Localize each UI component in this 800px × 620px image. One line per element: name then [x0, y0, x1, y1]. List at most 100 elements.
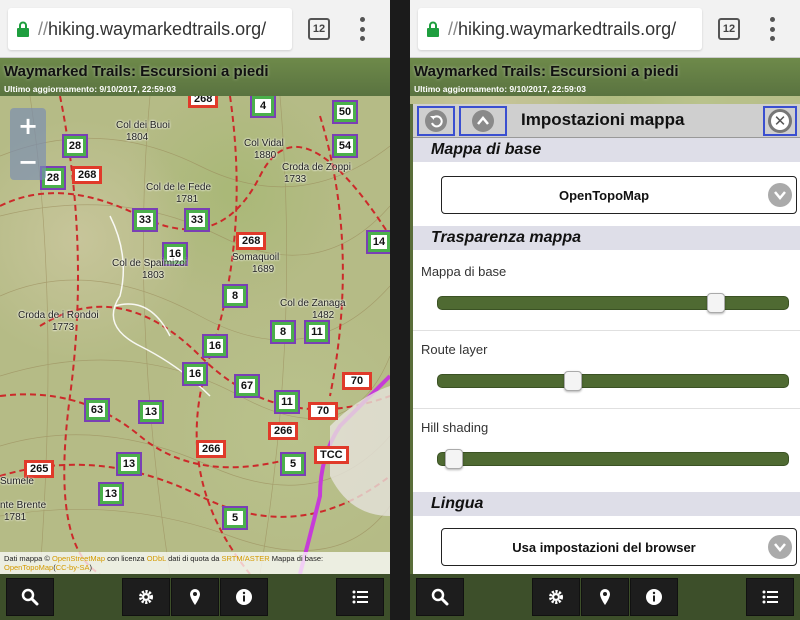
location-button[interactable] — [171, 578, 219, 616]
route-shield[interactable]: 268 — [236, 232, 267, 250]
place-label: 1803 — [142, 270, 165, 281]
map-attribution: Dati mappa © OpenStreetMap con licenza O… — [0, 552, 390, 574]
back-button[interactable] — [417, 106, 455, 136]
panel-header: Impostazioni mappa ✕ — [413, 104, 800, 138]
section-transparency: Trasparenza mappa — [413, 226, 800, 250]
url-bar[interactable]: //hiking.waymarkedtrails.org/ — [8, 8, 292, 50]
place-label: Croda de Zoppi — [282, 162, 351, 173]
section-base-map: Mappa di base — [413, 138, 800, 162]
site-header: Waymarked Trails: Escursioni a piedi Ult… — [410, 58, 800, 96]
route-shield[interactable]: 268 — [72, 166, 103, 184]
route-shield[interactable]: 4 — [250, 96, 276, 118]
info-icon — [646, 589, 662, 605]
slider-thumb[interactable] — [445, 449, 463, 469]
zoom-in-button[interactable]: + — [10, 108, 46, 144]
route-shield[interactable]: 16 — [202, 334, 228, 358]
location-pin-icon — [190, 589, 200, 605]
route-shield[interactable]: 50 — [332, 100, 358, 124]
route-shield[interactable]: 54 — [332, 134, 358, 158]
map-canvas[interactable]: 4 50 28 54 28 33 33 16 8 8 11 16 16 67 1… — [0, 96, 390, 574]
gear-icon — [549, 590, 563, 604]
list-icon — [762, 590, 778, 604]
place-label: 1689 — [252, 264, 275, 275]
place-label: 1880 — [254, 150, 277, 161]
tabs-icon[interactable]: 12 — [718, 18, 740, 40]
srtm-link[interactable]: SRTM/ASTER — [222, 554, 270, 563]
overflow-menu-icon[interactable] — [356, 17, 368, 41]
site-title: Waymarked Trails: Escursioni a piedi — [4, 63, 269, 80]
gear-icon — [139, 590, 153, 604]
odbl-link[interactable]: ODbL — [147, 554, 166, 563]
slider-thumb[interactable] — [707, 293, 725, 313]
route-layer-opacity-slider[interactable] — [437, 371, 789, 391]
right-phone-screen: //hiking.waymarkedtrails.org/ 12 Waymark… — [410, 0, 800, 620]
route-shield[interactable]: 28 — [62, 134, 88, 158]
route-shield[interactable]: TCC — [314, 446, 349, 464]
bottom-toolbar — [0, 574, 390, 620]
osm-link[interactable]: OpenStreetMap — [52, 554, 105, 563]
hill-shading-opacity-slider[interactable] — [437, 449, 789, 469]
route-shield[interactable]: 16 — [182, 362, 208, 386]
route-shield[interactable]: 268 — [188, 96, 219, 108]
browser-toolbar: //hiking.waymarkedtrails.org/ 12 — [410, 0, 800, 58]
route-shield[interactable]: 11 — [274, 390, 300, 414]
map-settings-panel: Impostazioni mappa ✕ Mappa di base OpenT… — [410, 104, 800, 574]
route-shield[interactable]: 63 — [84, 398, 110, 422]
route-shield[interactable]: 8 — [222, 284, 248, 308]
url-text: //hiking.waymarkedtrails.org/ — [448, 18, 677, 39]
place-label: Col dei Buoi — [116, 120, 170, 131]
route-shield[interactable]: 5 — [222, 506, 248, 530]
route-shield[interactable]: 14 — [366, 230, 390, 254]
base-map-opacity-slider[interactable] — [437, 293, 789, 313]
route-shield[interactable]: 70 — [342, 372, 372, 390]
route-shield[interactable]: 266 — [196, 440, 227, 458]
routes-list-button[interactable] — [746, 578, 794, 616]
slider-thumb[interactable] — [564, 371, 582, 391]
place-label: 1482 — [312, 310, 335, 321]
route-shield[interactable]: 33 — [132, 208, 158, 232]
tabs-icon[interactable]: 12 — [308, 18, 330, 40]
settings-button[interactable] — [532, 578, 580, 616]
site-header: Waymarked Trails: Escursioni a piedi Ult… — [0, 58, 390, 96]
place-label: Col de le Fede — [146, 182, 212, 193]
search-button[interactable] — [6, 578, 54, 616]
chevron-down-icon — [768, 535, 792, 559]
search-button[interactable] — [416, 578, 464, 616]
map-canvas[interactable] — [410, 96, 800, 104]
overflow-menu-icon[interactable] — [766, 17, 778, 41]
route-shield[interactable]: 266 — [268, 422, 299, 440]
base-map-select[interactable]: OpenTopoMap — [441, 176, 797, 214]
divider — [413, 408, 800, 409]
place-label: 1804 — [126, 132, 149, 143]
settings-button[interactable] — [122, 578, 170, 616]
zoom-out-button[interactable]: − — [10, 144, 46, 180]
location-button[interactable] — [581, 578, 629, 616]
info-button[interactable] — [220, 578, 268, 616]
route-shield[interactable]: 33 — [184, 208, 210, 232]
route-shield[interactable]: 70 — [308, 402, 338, 420]
route-shield[interactable]: 67 — [234, 374, 260, 398]
language-select[interactable]: Usa impostazioni del browser — [441, 528, 797, 566]
place-label: Sumele — [0, 476, 34, 487]
routes-list-button[interactable] — [336, 578, 384, 616]
route-shield[interactable]: 13 — [98, 482, 124, 506]
site-title: Waymarked Trails: Escursioni a piedi — [414, 63, 679, 80]
info-button[interactable] — [630, 578, 678, 616]
list-icon — [352, 590, 368, 604]
route-shield[interactable]: 8 — [270, 320, 296, 344]
route-shield[interactable]: 5 — [280, 452, 306, 476]
url-bar[interactable]: //hiking.waymarkedtrails.org/ — [418, 8, 702, 50]
close-button[interactable]: ✕ — [763, 106, 797, 136]
place-label: Col de Spaimizoi — [112, 258, 188, 269]
last-update: Ultimo aggiornamento: 9/10/2017, 22:59:0… — [414, 84, 586, 94]
collapse-button[interactable] — [459, 106, 507, 136]
route-shield[interactable]: 13 — [116, 452, 142, 476]
route-shield[interactable]: 11 — [304, 320, 330, 344]
close-icon: ✕ — [768, 109, 792, 133]
route-shield[interactable]: 13 — [138, 400, 164, 424]
chevron-down-icon — [768, 183, 792, 207]
cc-by-sa-link[interactable]: CC-by-SA — [56, 563, 90, 572]
opentopomap-link[interactable]: OpenTopoMap — [4, 563, 53, 572]
search-icon — [21, 588, 39, 606]
location-pin-icon — [600, 589, 610, 605]
